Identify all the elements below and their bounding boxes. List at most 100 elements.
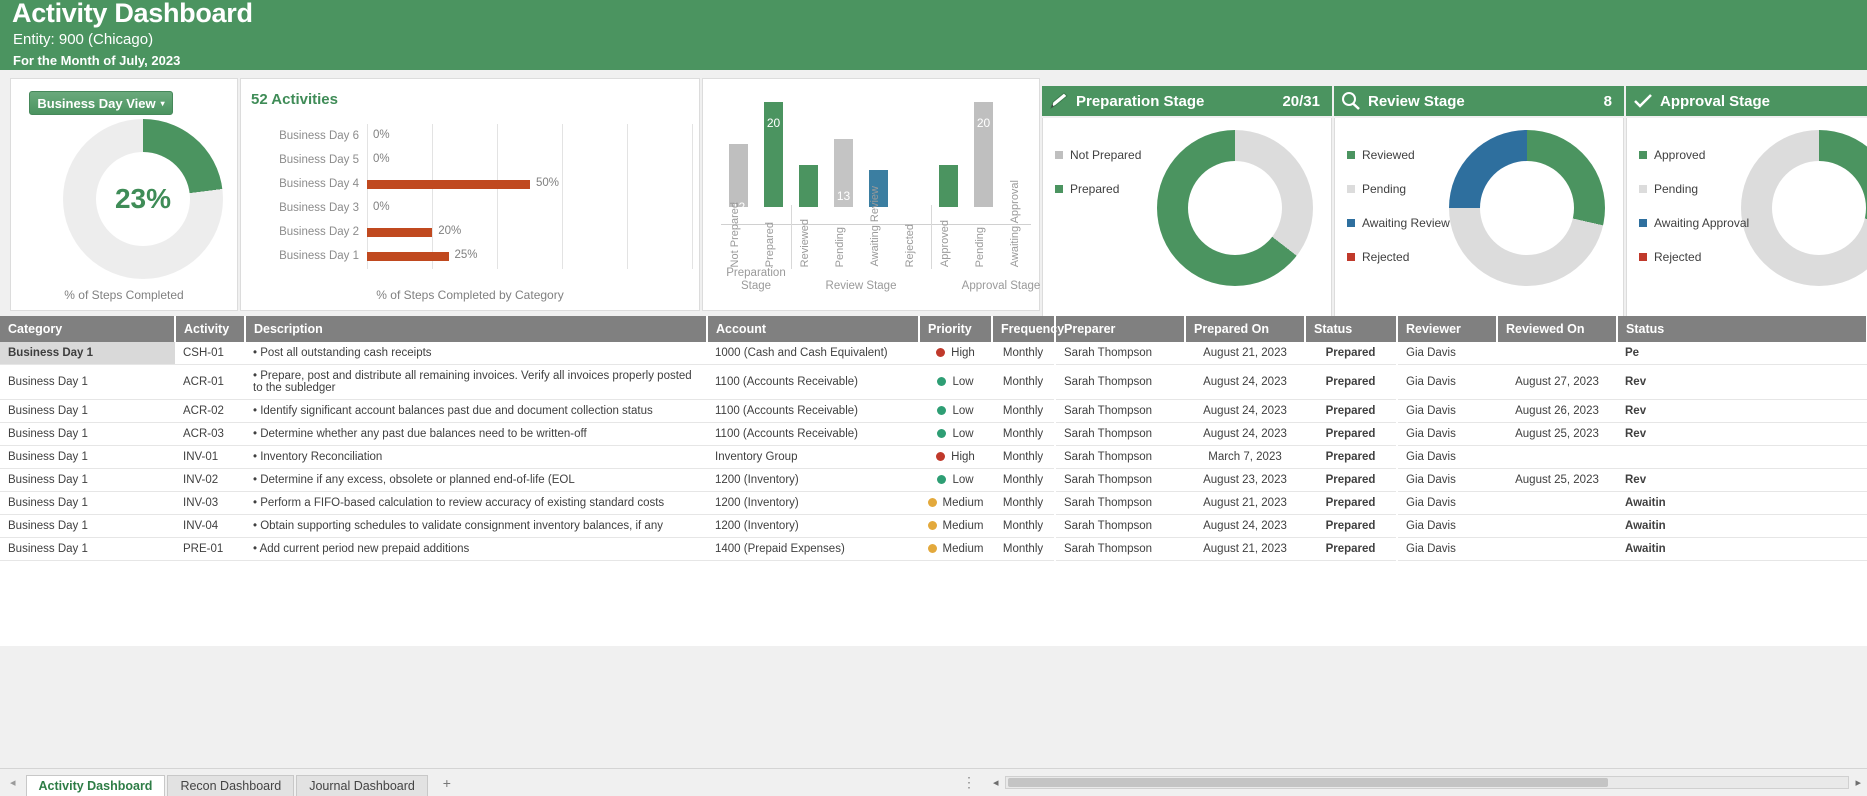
table-column-header[interactable]: Reviewer bbox=[1396, 316, 1498, 342]
cell-priority: Medium bbox=[919, 537, 992, 561]
cell-status: Prepared bbox=[1305, 468, 1397, 492]
bar-category-label: Business Day 6 bbox=[279, 130, 359, 142]
approval-card-header: Approval Stage 8 bbox=[1626, 86, 1867, 116]
stage-tick-label: Pending bbox=[974, 226, 986, 267]
cell-reviewed-on: August 26, 2023 bbox=[1497, 399, 1617, 423]
table-column-header[interactable]: Status bbox=[1305, 316, 1398, 342]
stage-column-rect bbox=[939, 165, 958, 207]
entity-label: Entity: 900 (Chicago) bbox=[13, 31, 154, 48]
table-row[interactable]: Business Day 1 INV-02 • Determine if any e… bbox=[0, 468, 1867, 492]
stage-tick-label: Approved bbox=[939, 219, 951, 267]
sheet-nav-arrows[interactable]: ◂ bbox=[0, 776, 26, 789]
stage-column: 20 bbox=[974, 102, 993, 207]
cell-priority: Medium bbox=[919, 491, 992, 515]
cell-preparer: Sarah Thompson bbox=[1054, 514, 1185, 538]
cell-account: 1400 (Prepaid Expenses) bbox=[707, 537, 919, 561]
table-row[interactable]: Business Day 1 INV-03 • Perform a FIFO-bas… bbox=[0, 491, 1867, 515]
bar-value-label: 20% bbox=[438, 225, 462, 237]
table-row[interactable]: Business Day 1 CSH-01 • Post all outstandi… bbox=[0, 342, 1867, 365]
legend-label: Reviewed bbox=[1362, 148, 1415, 162]
cell-priority: Low bbox=[919, 399, 992, 423]
stage-column: 20 bbox=[764, 102, 783, 207]
table-row[interactable]: Business Day 1 INV-04 • Obtain supporting … bbox=[0, 514, 1867, 538]
stage-group-label: Preparation Stage bbox=[726, 267, 786, 292]
sheet-overflow-icon[interactable]: ⋮ bbox=[962, 774, 977, 791]
table-column-header[interactable]: Frequency bbox=[992, 316, 1064, 342]
cell-account: 1200 (Inventory) bbox=[707, 514, 919, 538]
cell-prepared-on: August 21, 2023 bbox=[1185, 537, 1305, 561]
table-column-header[interactable]: Priority bbox=[919, 316, 993, 342]
table-row[interactable]: Business Day 1 ACR-03 • Determine whether … bbox=[0, 422, 1867, 446]
business-day-view-button[interactable]: Business Day View ▾ bbox=[29, 91, 173, 115]
preparation-card-body: Not Prepared Prepared bbox=[1042, 118, 1332, 319]
legend-swatch bbox=[1347, 219, 1355, 227]
table-row[interactable]: Business Day 1 INV-01 • Inventory Reconcil… bbox=[0, 445, 1867, 469]
cell-status2: Awaitin bbox=[1617, 537, 1867, 561]
legend-item: Not Prepared bbox=[1055, 148, 1141, 162]
business-day-view-label: Business Day View bbox=[37, 95, 156, 111]
cell-category: Business Day 1 bbox=[0, 399, 175, 423]
cell-frequency: Monthly bbox=[992, 445, 1055, 469]
scroll-right-icon[interactable]: ▸ bbox=[1849, 776, 1867, 789]
legend-label: Pending bbox=[1654, 182, 1699, 196]
stage-tick-label: Not Prepared bbox=[729, 201, 741, 267]
table-column-header[interactable]: Description bbox=[245, 316, 708, 342]
table-column-header[interactable]: Reviewed On bbox=[1497, 316, 1618, 342]
table-column-header[interactable]: Activity bbox=[175, 316, 246, 342]
completion-donut-wrap: 23% bbox=[11, 117, 239, 279]
cell-preparer: Sarah Thompson bbox=[1054, 342, 1185, 365]
scroll-left-icon[interactable]: ◂ bbox=[987, 776, 1005, 789]
table-column-header[interactable]: Status bbox=[1617, 316, 1867, 342]
sheet-prev-icon[interactable]: ◂ bbox=[10, 776, 16, 789]
cell-priority: Low bbox=[919, 422, 992, 446]
legend-label: Prepared bbox=[1070, 182, 1120, 196]
priority-dot bbox=[927, 498, 937, 507]
stage-column-area: 12 20 8 13 7 8 20 Not Prepared Prepared Preparat… bbox=[711, 89, 1056, 292]
priority-label: Low bbox=[952, 376, 974, 388]
stage-column: 13 bbox=[834, 139, 853, 207]
stage-column-rect bbox=[729, 144, 748, 207]
horizontal-scrollbar-track[interactable] bbox=[1004, 775, 1850, 789]
cell-description: • Post all outstanding cash receipts bbox=[245, 342, 707, 365]
sheet-tab[interactable]: Journal Dashboard bbox=[296, 774, 428, 796]
table-row[interactable]: Business Day 1 ACR-02 • Identify significa… bbox=[0, 399, 1867, 423]
cell-status2: Awaitin bbox=[1617, 491, 1867, 515]
add-sheet-button[interactable]: + bbox=[436, 772, 458, 794]
priority-dot bbox=[936, 452, 946, 461]
stage-tick-label: Awaiting Approval bbox=[1009, 179, 1021, 267]
cell-account: Inventory Group bbox=[707, 445, 919, 469]
table-row[interactable]: Business Day 1 PRE-01 • Add current period… bbox=[0, 537, 1867, 561]
sheet-tab[interactable]: Activity Dashboard bbox=[25, 774, 166, 796]
legend-item: Rejected bbox=[1639, 250, 1749, 264]
stage-column: 12 bbox=[729, 144, 748, 214]
bar-category-label: Business Day 3 bbox=[279, 202, 359, 214]
priority-label: Low bbox=[952, 405, 974, 417]
activities-table-zone[interactable]: Category Activity Description Account Priori… bbox=[0, 316, 1867, 646]
priority-dot bbox=[937, 429, 947, 438]
stage-group-separator bbox=[791, 205, 792, 269]
table-row[interactable]: Business Day 1 ACR-01 • Prepare, post and … bbox=[0, 364, 1867, 400]
cell-category: Business Day 1 bbox=[0, 445, 175, 469]
cell-prepared-on: August 21, 2023 bbox=[1185, 491, 1305, 515]
cell-frequency: Monthly bbox=[992, 399, 1055, 423]
stage-group-separator bbox=[931, 205, 932, 269]
stage-column: 8 bbox=[939, 165, 958, 255]
priority-label: High bbox=[951, 347, 975, 359]
header-band: Activity Dashboard Entity: 900 (Chicago)… bbox=[0, 0, 1867, 70]
cell-category: Business Day 1 bbox=[0, 422, 175, 446]
legend-swatch bbox=[1639, 219, 1647, 227]
cell-preparer: Sarah Thompson bbox=[1054, 445, 1185, 469]
cell-preparer: Sarah Thompson bbox=[1054, 491, 1185, 515]
sheet-tab[interactable]: Recon Dashboard bbox=[167, 774, 295, 796]
cell-account: 1100 (Accounts Receivable) bbox=[707, 422, 919, 446]
table-column-header[interactable]: Prepared On bbox=[1185, 316, 1306, 342]
preparation-card-header: Preparation Stage 20/31 bbox=[1042, 86, 1332, 116]
table-column-header[interactable]: Account bbox=[707, 316, 920, 342]
horizontal-scrollbar-area[interactable]: ⋮ ◂ ▸ bbox=[962, 768, 1867, 796]
table-column-header[interactable]: Category bbox=[0, 316, 176, 342]
approval-donut bbox=[1741, 130, 1867, 286]
table-column-header[interactable]: Preparer bbox=[1054, 316, 1186, 342]
bar-value-label: 0% bbox=[373, 129, 390, 141]
cell-description: • Obtain supporting schedules to validat… bbox=[245, 514, 707, 538]
horizontal-scrollbar-thumb[interactable] bbox=[1007, 777, 1608, 787]
